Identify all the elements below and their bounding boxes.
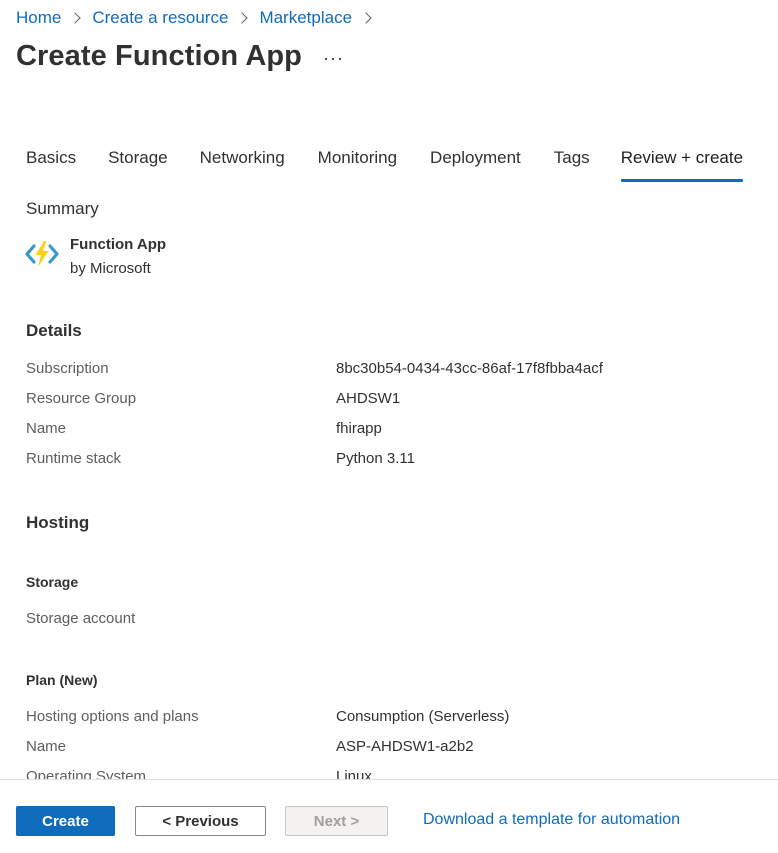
breadcrumb: Home Create a resource Marketplace: [16, 8, 383, 28]
tab-bar: Basics Storage Networking Monitoring Dep…: [26, 148, 744, 182]
detail-row: Subscription 8bc30b54-0434-43cc-86af-17f…: [26, 360, 746, 382]
detail-key: Name: [26, 738, 67, 755]
detail-value: Linux: [336, 768, 372, 779]
details-heading: Details: [26, 321, 82, 340]
detail-row: Operating System Linux: [26, 768, 746, 779]
summary-label: Summary: [26, 199, 99, 218]
footer-bar: Create < Previous Next > Download a temp…: [0, 779, 778, 853]
detail-key: Subscription: [26, 360, 109, 377]
detail-value: 8bc30b54-0434-43cc-86af-17f8fbba4acf: [336, 360, 603, 377]
detail-key: Name: [26, 420, 67, 437]
tab-basics[interactable]: Basics: [26, 148, 76, 182]
tab-networking[interactable]: Networking: [200, 148, 285, 182]
create-button[interactable]: Create: [16, 806, 115, 836]
tab-storage[interactable]: Storage: [108, 148, 168, 182]
detail-row: Hosting options and plans Consumption (S…: [26, 708, 746, 730]
detail-row: Runtime stack Python 3.11: [26, 450, 746, 472]
detail-key: Resource Group: [26, 390, 137, 407]
detail-value: Consumption (Serverless): [336, 708, 510, 725]
detail-key: Storage account: [26, 610, 136, 627]
breadcrumb-marketplace[interactable]: Marketplace: [259, 8, 352, 28]
next-button: Next >: [285, 806, 388, 836]
previous-button[interactable]: < Previous: [135, 806, 266, 836]
download-template-link[interactable]: Download a template for automation: [423, 811, 680, 829]
detail-key: Hosting options and plans: [26, 708, 199, 725]
detail-value: Python 3.11: [336, 450, 415, 467]
review-content[interactable]: Summary Function App by Microsoft Detail…: [0, 190, 778, 779]
app-name: Function App: [70, 236, 167, 253]
page-title: Create Function App: [16, 40, 302, 72]
detail-row: Resource Group AHDSW1: [26, 390, 746, 412]
detail-key: Runtime stack: [26, 450, 122, 467]
breadcrumb-create-a-resource[interactable]: Create a resource: [92, 8, 228, 28]
function-app-icon: [25, 241, 59, 267]
detail-row: Storage account: [26, 610, 746, 632]
hosting-heading: Hosting: [26, 513, 90, 532]
tab-review-create[interactable]: Review + create: [620, 148, 744, 182]
chevron-right-icon: [236, 12, 249, 24]
app-publisher: by Microsoft: [70, 260, 151, 277]
detail-row: Name ASP-AHDSW1-a2b2: [26, 738, 746, 760]
more-options-button[interactable]: ···: [323, 48, 344, 69]
detail-row: Name fhirapp: [26, 420, 746, 442]
tab-monitoring[interactable]: Monitoring: [318, 148, 397, 182]
breadcrumb-home[interactable]: Home: [16, 8, 61, 28]
chevron-right-icon: [360, 12, 372, 24]
detail-key: Operating System: [26, 768, 147, 779]
detail-value: ASP-AHDSW1-a2b2: [336, 738, 474, 755]
tab-tags[interactable]: Tags: [554, 148, 590, 182]
tab-deployment[interactable]: Deployment: [430, 148, 521, 182]
storage-subheading: Storage: [26, 574, 79, 590]
detail-value: fhirapp: [336, 420, 382, 437]
chevron-right-icon: [69, 12, 82, 24]
plan-subheading: Plan (New): [26, 672, 98, 688]
detail-value: AHDSW1: [336, 390, 401, 407]
